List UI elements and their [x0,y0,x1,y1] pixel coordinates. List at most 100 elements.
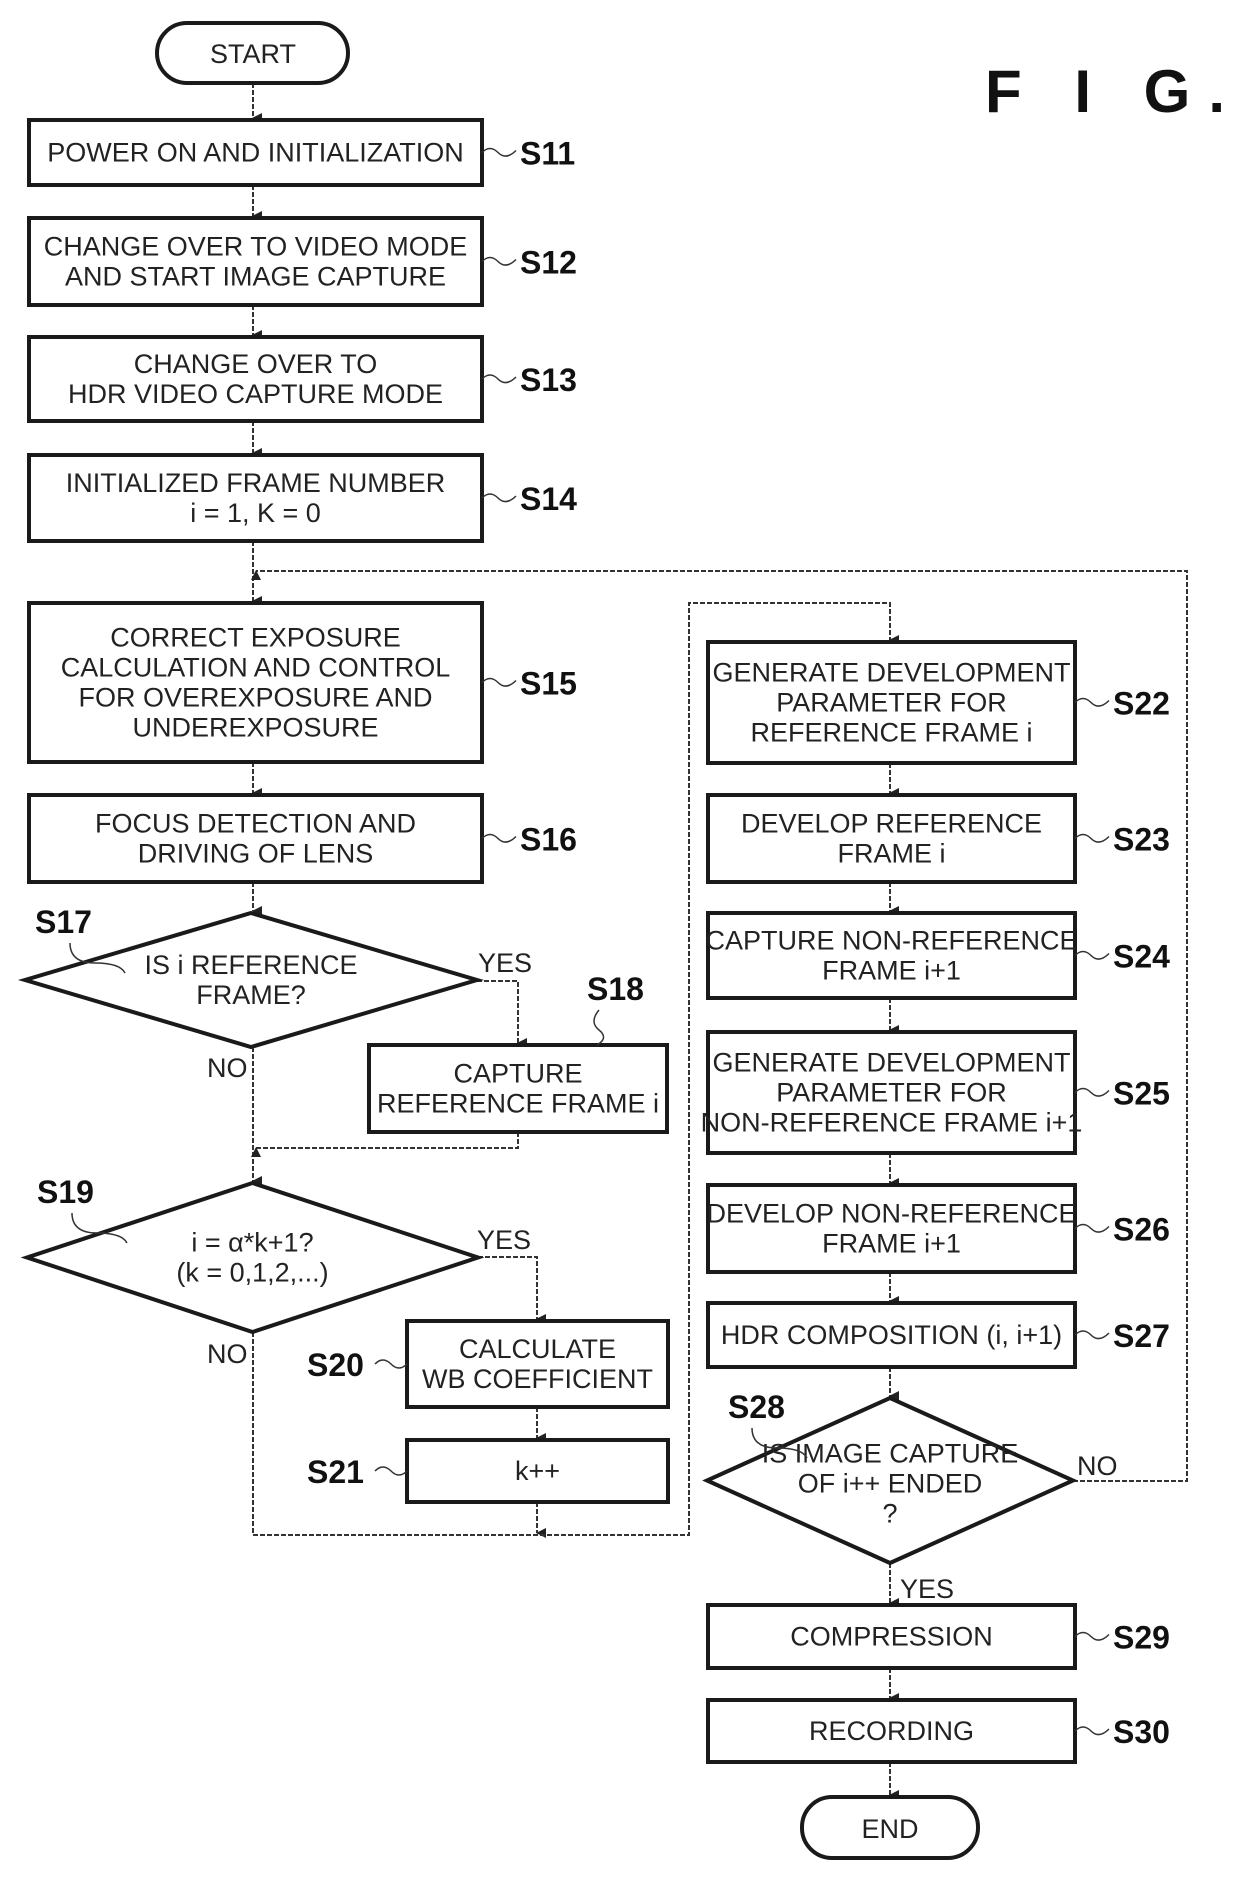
flowchart: F I G. 2 START [17,21,1240,1860]
step-text-line: CALCULATION AND CONTROL [61,653,451,683]
step-text-line: CAPTURE NON-REFERENCE [705,926,1077,956]
step-text-line: FOR OVEREXPOSURE AND [78,683,432,713]
step-text-line: DRIVING OF LENS [138,839,374,869]
leader-line [593,1009,605,1046]
step-id-label: S12 [520,245,577,281]
step-id-label: S18 [587,971,644,1007]
step-s14: INITIALIZED FRAME NUMBERi = 1, K = 0 S14 [27,453,577,543]
step-text-line: AND START IMAGE CAPTURE [65,262,446,292]
step-text-line: (k = 0,1,2,...) [176,1258,328,1288]
leader-line [1074,1223,1110,1233]
leader-line [481,677,517,687]
step-id-label: S29 [1113,1620,1170,1656]
step-id-label: S22 [1113,686,1170,722]
step-s30: RECORDING S30 [706,1698,1170,1764]
step-text-line: GENERATE DEVELOPMENT [712,658,1070,688]
step-id-label: S14 [520,481,577,517]
step-id-label: S21 [307,1454,364,1490]
step-s17: IS i REFERENCEFRAME? S17 [17,904,485,1050]
step-text-line: CORRECT EXPOSURE [110,623,401,653]
step-id-label: S25 [1113,1076,1170,1112]
step-text-line: REFERENCE FRAME i [750,718,1032,748]
leader-line [1074,1087,1110,1097]
step-s23: DEVELOP REFERENCEFRAME i S23 [706,793,1170,884]
step-id-label: S28 [728,1389,785,1425]
step-text-line: HDR COMPOSITION (i, i+1) [721,1320,1062,1350]
step-text-line: FRAME i+1 [822,956,961,986]
leader-line [1074,1726,1110,1736]
step-text-line: DEVELOP NON-REFERENCE [706,1199,1076,1229]
step-s16: FOCUS DETECTION ANDDRIVING OF LENS S16 [27,793,577,884]
step-text-line: NON-REFERENCE FRAME i+1 [701,1108,1083,1138]
step-id-label: S16 [520,822,577,858]
step-text-line: HDR VIDEO CAPTURE MODE [68,379,443,409]
step-s21: k++ S21 [307,1438,670,1504]
leader-line [374,1466,408,1476]
s19-no-label: NO [207,1339,248,1369]
step-s13: CHANGE OVER TOHDR VIDEO CAPTURE MODE S13 [27,335,577,423]
step-id-label: S13 [520,362,577,398]
step-text-line: COMPRESSION [790,1622,993,1652]
leader-line [1074,833,1110,843]
step-text-line: POWER ON AND INITIALIZATION [47,138,464,168]
step-s11: POWER ON AND INITIALIZATION S11 [27,118,575,187]
leader-line [481,833,517,843]
step-text-line: PARAMETER FOR [776,1078,1007,1108]
step-id-label: S19 [37,1174,94,1210]
figure-title: F I G. 2 [985,58,1240,125]
step-text-line: FRAME? [196,980,306,1010]
s17-yes-label: YES [478,948,532,978]
step-text-line: FRAME i+1 [822,1229,961,1259]
leader-line [481,493,517,503]
s19-yes-label: YES [477,1225,531,1255]
leader-line [1074,1631,1110,1641]
step-text-line: WB COEFFICIENT [422,1364,653,1394]
step-id-label: S30 [1113,1714,1170,1750]
leader-line [1074,697,1110,707]
step-text-line: FOCUS DETECTION AND [95,809,416,839]
leader-line [481,256,517,266]
step-s20: CALCULATEWB COEFFICIENT S20 [307,1319,670,1409]
start-label: START [210,39,296,69]
step-text-line: REFERENCE FRAME i [377,1089,659,1119]
step-text-line: i = 1, K = 0 [190,498,321,528]
step-id-label: S17 [35,904,92,940]
connector-s19-yes-s20 [478,1256,546,1324]
flowchart-steps: POWER ON AND INITIALIZATION S11 CHANGE OVE… [17,118,1170,1764]
step-text-line: ? [882,1499,897,1529]
step-text-line: INITIALIZED FRAME NUMBER [66,468,446,498]
connector-s18-merge [251,1132,519,1157]
step-s15: CORRECT EXPOSURECALCULATION AND CONTROLF… [27,601,577,764]
step-s27: HDR COMPOSITION (i, i+1) S27 [706,1301,1170,1369]
step-id-label: S11 [520,136,575,172]
step-text-line: OF i++ ENDED [798,1469,983,1499]
step-text-line: i = α*k+1? [191,1228,313,1258]
s17-no-label: NO [207,1053,248,1083]
step-text-line: GENERATE DEVELOPMENT [712,1048,1070,1078]
start-terminal: START [155,21,350,85]
step-id-label: S24 [1113,939,1170,975]
step-s26: DEVELOP NON-REFERENCEFRAME i+1 S26 [706,1183,1170,1274]
step-text-line: DEVELOP REFERENCE [741,809,1042,839]
leader-line [374,1359,408,1369]
leader-line [1074,1330,1110,1340]
step-text-line: UNDEREXPOSURE [132,713,378,743]
step-text-line: CALCULATE [459,1334,616,1364]
step-text-line: PARAMETER FOR [776,688,1007,718]
end-terminal: END [800,1795,980,1860]
step-id-label: S26 [1113,1212,1170,1248]
leader-line [481,374,517,384]
connector-s17-yes-s18 [477,980,527,1048]
step-text-line: IS IMAGE CAPTURE [762,1439,1019,1469]
step-s25: GENERATE DEVELOPMENTPARAMETER FORNON-REF… [701,1030,1170,1155]
step-text-line: RECORDING [809,1716,974,1746]
s28-yes-label: YES [900,1574,954,1604]
end-label: END [861,1814,918,1844]
step-s29: COMPRESSION S29 [706,1603,1170,1670]
step-text-line: FRAME i [838,839,946,869]
step-s24: CAPTURE NON-REFERENCEFRAME i+1 S24 [705,911,1170,1000]
leader-line [481,147,517,157]
step-s22: GENERATE DEVELOPMENTPARAMETER FORREFEREN… [706,640,1170,765]
step-text-line: k++ [515,1456,560,1486]
step-s19: i = α*k+1?(k = 0,1,2,...) S19 [20,1174,485,1335]
